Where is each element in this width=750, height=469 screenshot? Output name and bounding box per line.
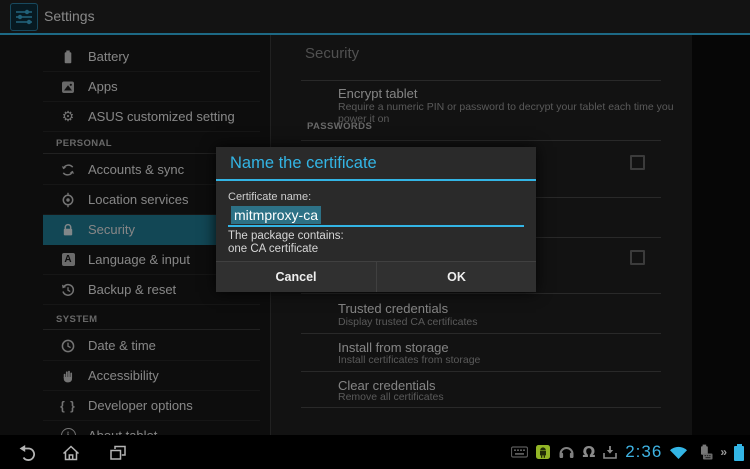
wifi-icon [669, 445, 688, 460]
battery-status-icon [734, 446, 744, 461]
headphones-icon: Ω [582, 443, 595, 461]
home-button[interactable] [60, 443, 82, 462]
keyboard-icon [511, 446, 528, 458]
chevron-expand-icon: » [720, 445, 727, 459]
headset-icon [558, 444, 575, 460]
certificate-name-value[interactable]: mitmproxy-ca [231, 206, 321, 224]
dialog-button-bar: Cancel OK [216, 261, 536, 292]
cancel-button[interactable]: Cancel [216, 262, 376, 292]
install-tray-icon [602, 444, 618, 460]
status-icon-cluster[interactable]: Ω 2:36 » [511, 435, 744, 469]
dialog-title: Name the certificate [216, 147, 536, 179]
home-icon [61, 444, 81, 462]
dialog-title-rule [216, 179, 536, 181]
system-navigation-bar: Ω 2:36 » [0, 435, 750, 469]
package-content-line: one CA certificate [228, 243, 524, 256]
recent-apps-button[interactable] [107, 443, 129, 462]
certificate-name-input[interactable]: mitmproxy-ca [228, 205, 524, 227]
android-debug-icon [535, 444, 551, 460]
recents-icon [108, 444, 128, 462]
package-contains-line: The package contains: [228, 230, 524, 243]
name-certificate-dialog: Name the certificate Certificate name: m… [216, 147, 536, 292]
ok-button[interactable]: OK [376, 262, 536, 292]
tablet-screen: Settings Battery Apps ⚙ ASUS customized … [0, 0, 750, 469]
dock-battery-icon [695, 444, 713, 460]
status-clock: 2:36 [625, 442, 662, 462]
certificate-name-label: Certificate name: [228, 191, 524, 203]
back-button[interactable] [15, 443, 37, 462]
back-icon [16, 444, 36, 462]
